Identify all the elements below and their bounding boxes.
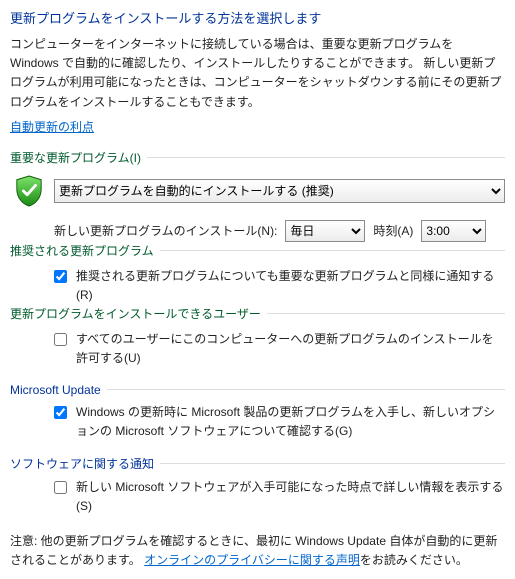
divider [160, 463, 505, 464]
section-software-notif-label: ソフトウェアに関する通知 [10, 455, 154, 472]
page-title: 更新プログラムをインストールする方法を選択します [10, 8, 505, 27]
recommended-updates-checkbox-label: 推奨される更新プログラムについても重要な更新プログラムと同様に通知する(R) [76, 267, 505, 305]
install-schedule-label: 新しい更新プログラムのインストール(N): [54, 222, 277, 239]
auto-update-benefits-link[interactable]: 自動更新の利点 [10, 120, 94, 134]
page-description: コンピューターをインターネットに接続している場合は、重要な更新プログラムを Wi… [10, 35, 505, 112]
software-notification-checkbox[interactable] [54, 481, 67, 494]
recommended-updates-checkbox[interactable] [54, 270, 67, 283]
important-updates-select[interactable]: 更新プログラムを自動的にインストールする (推奨) [54, 179, 505, 203]
section-important-updates: 重要な更新プログラム(I) [10, 149, 505, 166]
section-important-label: 重要な更新プログラム(I) [10, 149, 141, 166]
microsoft-update-checkbox[interactable] [54, 406, 67, 419]
divider [147, 157, 505, 158]
section-recommended-updates: 推奨される更新プログラム [10, 242, 505, 259]
footer-note: 注意: 他の更新プログラムを確認するときに、最初に Windows Update… [10, 532, 505, 570]
section-microsoft-update: Microsoft Update [10, 383, 505, 397]
all-users-install-checkbox[interactable] [54, 333, 67, 346]
section-recommended-label: 推奨される更新プログラム [10, 242, 154, 259]
privacy-statement-link[interactable]: オンラインのプライバシーに関する声明 [144, 553, 360, 567]
section-software-notifications: ソフトウェアに関する通知 [10, 455, 505, 472]
footer-note-suffix: をお読みください。 [360, 553, 468, 567]
divider [160, 250, 505, 251]
section-msupdate-label: Microsoft Update [10, 383, 101, 397]
install-frequency-select[interactable]: 毎日 [285, 220, 365, 242]
section-who-label: 更新プログラムをインストールできるユーザー [10, 305, 261, 322]
section-who-can-install: 更新プログラムをインストールできるユーザー [10, 305, 505, 322]
divider [107, 389, 505, 390]
install-time-label: 時刻(A) [373, 222, 413, 239]
all-users-install-checkbox-label: すべてのユーザーにこのコンピューターへの更新プログラムのインストールを許可する(… [76, 330, 505, 368]
divider [267, 313, 505, 314]
shield-icon [14, 174, 44, 208]
install-time-select[interactable]: 3:00 [421, 220, 486, 242]
microsoft-update-checkbox-label: Windows の更新時に Microsoft 製品の更新プログラムを入手し、新… [76, 403, 505, 441]
software-notification-checkbox-label: 新しい Microsoft ソフトウェアが入手可能になった時点で詳しい情報を表示… [76, 478, 505, 516]
